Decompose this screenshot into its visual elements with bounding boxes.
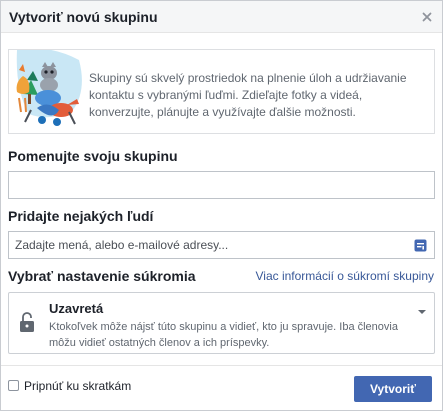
add-people-label: Pridajte nejakých ľudí	[8, 208, 154, 224]
dialog-header: Vytvoriť novú skupinu	[1, 1, 442, 33]
privacy-label: Vybrať nastavenie súkromia	[8, 268, 196, 284]
group-name-input[interactable]	[8, 171, 435, 199]
contact-card-icon[interactable]	[414, 239, 427, 252]
privacy-option-title: Uzavretá	[49, 301, 104, 316]
add-people-field	[8, 231, 435, 259]
privacy-selector[interactable]: Uzavretá Ktokoľvek môže nájsť túto skupi…	[8, 292, 435, 354]
group-name-label: Pomenujte svoju skupinu	[8, 148, 178, 164]
close-icon[interactable]	[420, 10, 434, 24]
create-group-dialog: Vytvoriť novú skupinu Skupiny sú skvelý …	[0, 0, 443, 411]
intro-banner: Skupiny sú skvelý prostriedok na plnenie…	[8, 49, 435, 134]
lock-icon	[19, 311, 35, 333]
dialog-title: Vytvoriť novú skupinu	[9, 9, 158, 25]
pin-checkbox[interactable]	[8, 380, 19, 391]
chevron-down-icon	[418, 310, 426, 314]
privacy-info-link[interactable]: Viac informácií o súkromí skupiny	[255, 269, 434, 283]
create-button[interactable]: Vytvoriť	[354, 376, 432, 402]
intro-text: Skupiny sú skvelý prostriedok na plnenie…	[89, 71, 407, 119]
add-people-input[interactable]	[9, 232, 404, 258]
group-animals-illustration	[9, 50, 83, 133]
footer-divider	[1, 365, 442, 366]
pin-label: Pripnúť ku skratkám	[24, 379, 132, 393]
privacy-option-description: Ktokoľvek môže nájsť túto skupinu a vidi…	[49, 321, 398, 349]
